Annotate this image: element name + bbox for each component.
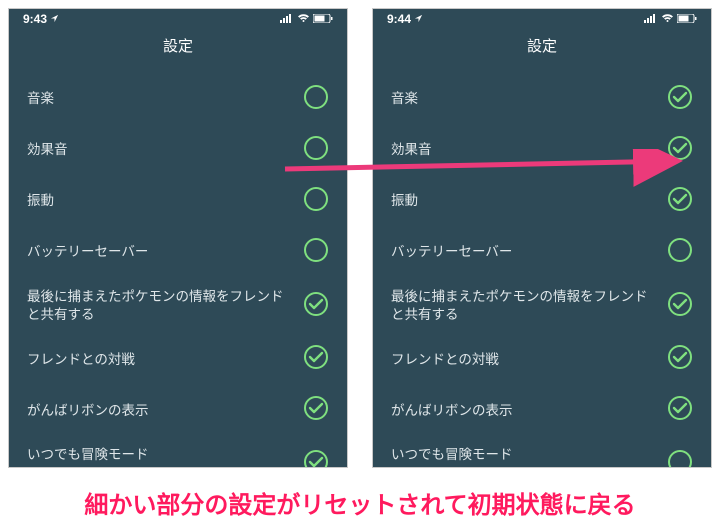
setting-label: フレンドとの対戦 — [27, 351, 293, 369]
toggle-unchecked-icon[interactable] — [303, 84, 329, 115]
settings-row[interactable]: 振動 — [27, 176, 329, 227]
settings-row[interactable]: 振動 — [391, 176, 693, 227]
toggle-checked-icon[interactable] — [667, 395, 693, 426]
settings-row[interactable]: 効果音 — [391, 125, 693, 176]
status-bar: 9:43 — [9, 9, 347, 27]
settings-header: 設定 — [9, 27, 347, 74]
settings-row[interactable]: 効果音 — [27, 125, 329, 176]
setting-label: 音楽 — [391, 90, 657, 108]
setting-sublabel: 距離と位置をアプリを閉じていても記録 — [27, 467, 293, 468]
settings-row[interactable]: がんばリボンの表示 — [391, 385, 693, 436]
toggle-unchecked-icon[interactable] — [303, 135, 329, 166]
toggle-checked-icon[interactable] — [667, 344, 693, 375]
settings-row[interactable]: いつでも冒険モード距離と位置をアプリを閉じていても記録 — [27, 436, 329, 468]
setting-label: バッテリーセーバー — [391, 243, 657, 261]
status-time: 9:44 — [387, 12, 411, 26]
setting-sublabel: 距離と位置をアプリを閉じていても記録 — [391, 467, 657, 468]
settings-row[interactable]: 音楽 — [27, 74, 329, 125]
toggle-unchecked-icon[interactable] — [667, 449, 693, 468]
settings-row[interactable]: いつでも冒険モード距離と位置をアプリを閉じていても記録 — [391, 436, 693, 468]
wifi-icon — [297, 12, 310, 26]
settings-row[interactable]: フレンドとの対戦 — [27, 334, 329, 385]
toggle-checked-icon[interactable] — [303, 344, 329, 375]
settings-list: 音楽効果音振動バッテリーセーバー最後に捕まえたポケモンの情報をフレンドと共有する… — [373, 74, 711, 468]
setting-label: がんばリボンの表示 — [27, 402, 293, 420]
settings-row[interactable]: 最後に捕まえたポケモンの情報をフレンドと共有する — [391, 278, 693, 334]
settings-row[interactable]: フレンドとの対戦 — [391, 334, 693, 385]
toggle-checked-icon[interactable] — [667, 135, 693, 166]
settings-row[interactable]: がんばリボンの表示 — [27, 385, 329, 436]
battery-icon — [677, 12, 697, 26]
toggle-unchecked-icon[interactable] — [303, 237, 329, 268]
setting-label: 音楽 — [27, 90, 293, 108]
settings-row[interactable]: バッテリーセーバー — [27, 227, 329, 278]
setting-label: 効果音 — [391, 141, 657, 159]
toggle-checked-icon[interactable] — [667, 291, 693, 322]
setting-label: がんばリボンの表示 — [391, 402, 657, 420]
toggle-checked-icon[interactable] — [303, 291, 329, 322]
setting-label: いつでも冒険モード — [27, 446, 293, 464]
toggle-unchecked-icon[interactable] — [667, 237, 693, 268]
caption-text: 細かい部分の設定がリセットされて初期状態に戻る — [0, 485, 720, 520]
setting-label: 最後に捕まえたポケモンの情報をフレンドと共有する — [391, 288, 657, 324]
toggle-checked-icon[interactable] — [667, 84, 693, 115]
phone-screenshot-after: 9:44 設定 音楽効果音振動バッテリーセーバー最後に捕まえたポケモンの情報をフ… — [372, 8, 712, 468]
setting-label: フレンドとの対戦 — [391, 351, 657, 369]
wifi-icon — [661, 12, 674, 26]
location-icon — [414, 12, 423, 26]
status-bar: 9:44 — [373, 9, 711, 27]
setting-label: 効果音 — [27, 141, 293, 159]
toggle-unchecked-icon[interactable] — [303, 186, 329, 217]
setting-label: いつでも冒険モード — [391, 446, 657, 464]
setting-label: 振動 — [391, 192, 657, 210]
toggle-checked-icon[interactable] — [667, 186, 693, 217]
settings-row[interactable]: バッテリーセーバー — [391, 227, 693, 278]
setting-label: 最後に捕まえたポケモンの情報をフレンドと共有する — [27, 288, 293, 324]
signal-icon — [280, 12, 294, 26]
setting-label: 振動 — [27, 192, 293, 210]
battery-icon — [313, 12, 333, 26]
signal-icon — [644, 12, 658, 26]
toggle-checked-icon[interactable] — [303, 449, 329, 468]
location-icon — [50, 12, 59, 26]
toggle-checked-icon[interactable] — [303, 395, 329, 426]
settings-row[interactable]: 最後に捕まえたポケモンの情報をフレンドと共有する — [27, 278, 329, 334]
settings-row[interactable]: 音楽 — [391, 74, 693, 125]
phone-screenshot-before: 9:43 設定 音楽効果音振動バッテリーセーバー最後に捕まえたポケモンの情報をフ… — [8, 8, 348, 468]
settings-header: 設定 — [373, 27, 711, 74]
settings-list: 音楽効果音振動バッテリーセーバー最後に捕まえたポケモンの情報をフレンドと共有する… — [9, 74, 347, 468]
status-time: 9:43 — [23, 12, 47, 26]
setting-label: バッテリーセーバー — [27, 243, 293, 261]
